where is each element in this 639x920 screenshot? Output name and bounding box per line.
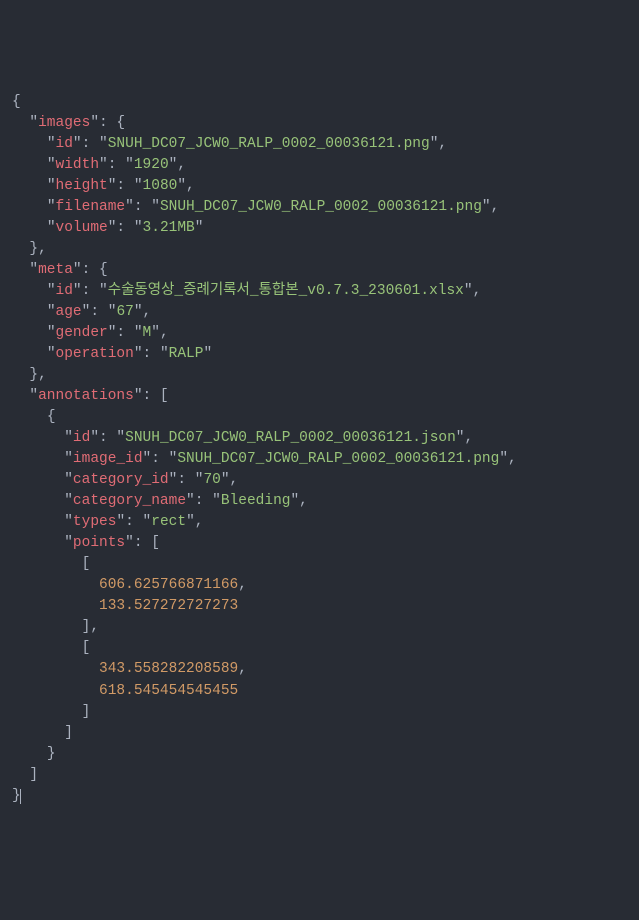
key-height: height (56, 178, 108, 194)
key-id: id (56, 136, 73, 152)
val-meta-gender: M (143, 325, 152, 341)
val-meta-age: 67 (116, 304, 133, 320)
key-ann-id: id (73, 430, 90, 446)
key-category-name: category_name (73, 493, 186, 509)
key-images: images (38, 115, 90, 131)
val-ann-types: rect (151, 514, 186, 530)
json-code-block[interactable]: { "images": { "id": "SNUH_DC07_JCW0_RALP… (12, 92, 627, 807)
key-category-id: category_id (73, 472, 169, 488)
key-volume: volume (56, 220, 108, 236)
val-point-0-0: 606.625766871166 (99, 577, 238, 593)
key-gender: gender (56, 325, 108, 341)
key-meta-id: id (56, 283, 73, 299)
val-images-filename: SNUH_DC07_JCW0_RALP_0002_00036121.png (160, 199, 482, 215)
val-meta-id: 수술동영상_증례기록서_통합본_v0.7.3_230601.xlsx (108, 283, 464, 299)
key-annotations: annotations (38, 388, 134, 404)
val-images-height: 1080 (143, 178, 178, 194)
val-point-1-0: 343.558282208589 (99, 661, 238, 677)
key-operation: operation (56, 346, 134, 362)
val-ann-image-id: SNUH_DC07_JCW0_RALP_0002_00036121.png (177, 451, 499, 467)
val-ann-category-name: Bleeding (221, 493, 291, 509)
val-meta-operation: RALP (169, 346, 204, 362)
text-cursor (20, 789, 21, 804)
val-point-1-1: 618.545454545455 (99, 683, 238, 699)
key-width: width (56, 157, 100, 173)
val-ann-id: SNUH_DC07_JCW0_RALP_0002_00036121.json (125, 430, 456, 446)
key-meta: meta (38, 262, 73, 278)
key-types: types (73, 514, 117, 530)
key-points: points (73, 535, 125, 551)
val-images-id: SNUH_DC07_JCW0_RALP_0002_00036121.png (108, 136, 430, 152)
key-age: age (56, 304, 82, 320)
val-point-0-1: 133.527272727273 (99, 598, 238, 614)
val-ann-category-id: 70 (203, 472, 220, 488)
key-image-id: image_id (73, 451, 143, 467)
val-images-width: 1920 (134, 157, 169, 173)
val-images-volume: 3.21MB (143, 220, 195, 236)
key-filename: filename (56, 199, 126, 215)
